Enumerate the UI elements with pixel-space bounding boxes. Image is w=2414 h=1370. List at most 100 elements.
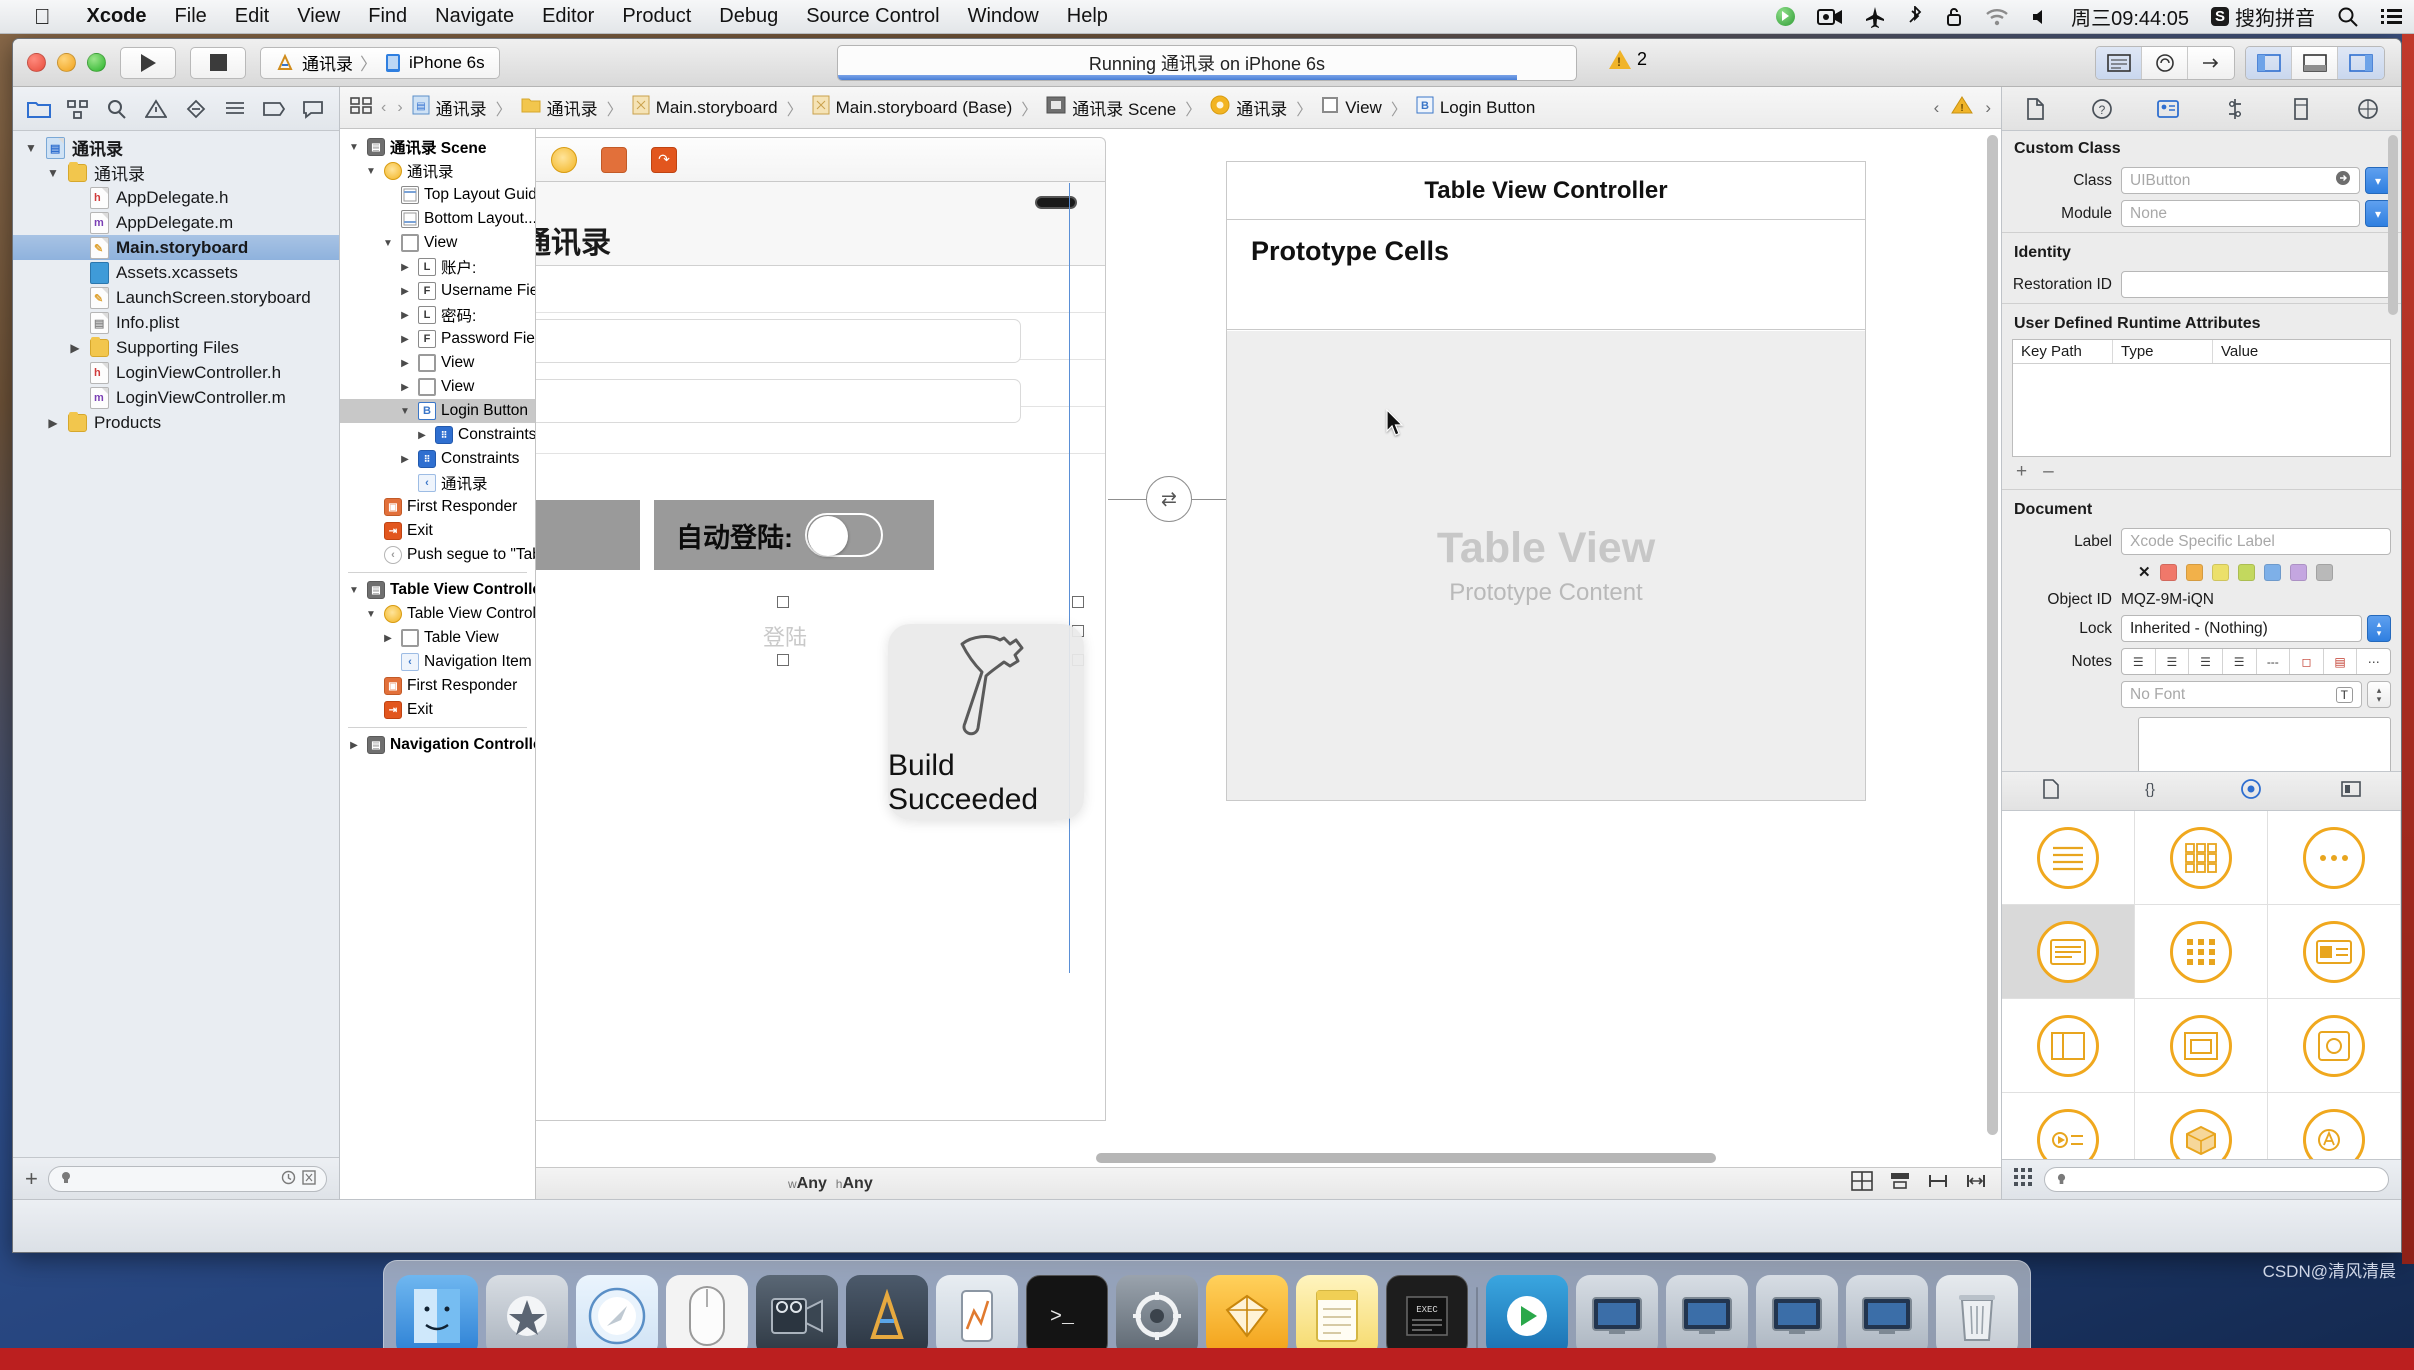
disclosure-triangle[interactable]: ▼ [23,141,39,155]
tab-debug-navigator[interactable] [221,95,249,123]
toggle-debug-area-button[interactable] [2292,46,2338,79]
document-outline[interactable]: ▼ ▤ 通讯录 Scene ▼ 通讯录 Top Layout Guide Bottom La… [340,129,536,1199]
label-color-swatch[interactable] [2159,563,2177,581]
outline-row[interactable]: Bottom Layout... [340,207,535,231]
library-item[interactable] [2268,999,2401,1093]
menu-item-debug[interactable]: Debug [705,5,792,28]
breadcrumb-item[interactable]: Main.storyboard [632,95,778,120]
login-button-title[interactable]: 登陆 [763,620,807,652]
tab-test-navigator[interactable] [182,95,210,123]
trash-icon[interactable] [1936,1275,2018,1357]
notes-format-toolbar[interactable]: ☰ ☰ ☰ ☰ --- ◻ ▤ ⋯ [2121,648,2391,675]
disclosure-triangle[interactable]: ▶ [397,334,413,345]
system-preferences-icon[interactable] [1116,1275,1198,1365]
jumpbar-forward-button[interactable]: › [397,99,402,117]
tab-object-library[interactable] [2240,778,2262,805]
disclosure-triangle[interactable]: ▼ [397,406,413,417]
tab-identity-inspector[interactable] [2154,95,2182,123]
menu-item-product[interactable]: Product [608,5,705,28]
input-method-indicator[interactable]: S 搜狗拼音 [2200,2,2326,31]
disclosure-triangle[interactable]: ▼ [363,166,379,177]
navigator-row[interactable]: ▶ Supporting Files [13,335,339,360]
spotlight-search-icon[interactable] [2326,6,2370,28]
align-icon[interactable] [1889,1171,1911,1196]
disclosure-triangle[interactable]: ▶ [414,430,430,441]
disclosure-triangle[interactable]: ▼ [45,166,61,180]
panel-toggle-segmented[interactable] [2245,45,2385,80]
library-item[interactable] [2002,905,2135,999]
selection-handle-right-top[interactable] [1072,596,1084,608]
outline-row[interactable]: ▼ 通讯录 [340,159,535,183]
navigator-row[interactable]: ✎ LaunchScreen.storyboard [13,285,339,310]
terminal-icon[interactable]: >_ [1026,1275,1108,1364]
breadcrumb-item[interactable]: ▤ 通讯录 [412,95,487,120]
menu-item-help[interactable]: Help [1053,5,1122,28]
library-item[interactable] [2135,811,2268,905]
label-color-swatch[interactable] [2237,563,2255,581]
library-item[interactable] [2002,811,2135,905]
disclosure-triangle[interactable]: ▶ [380,633,396,644]
library-view-toggle-icon[interactable] [2014,1168,2032,1191]
wifi-icon[interactable] [1974,7,2020,27]
add-file-button[interactable]: + [25,1166,38,1192]
outline-row[interactable]: ▼ ▤ 通讯录 Scene [340,135,535,159]
auto-login-row[interactable]: 自动登陆: [654,500,883,570]
exit-icon[interactable]: ↷ [651,146,677,173]
outline-row[interactable]: ▼ ▤ Table View Controller... [340,578,535,602]
video-icon[interactable] [1806,7,1854,27]
disclosure-triangle[interactable]: ▶ [397,358,413,369]
menu-item-xcode[interactable]: Xcode [73,5,161,28]
zoom-window-button[interactable] [87,53,106,72]
project-navigator-tree[interactable]: ▼ ▤ 通讯录 ▼ 通讯录 h AppDelegate.h m AppDelegate.m ✎ Ma… [13,131,339,1157]
warning-icon[interactable]: ! [1951,95,1974,120]
tab-breakpoint-navigator[interactable] [260,95,288,123]
minimize-window-button[interactable] [57,53,76,72]
notes-font-stepper[interactable]: ▴ ▾ [2367,681,2391,708]
outline-row[interactable]: ▼ Table View Controller [340,602,535,626]
navigator-filter-field[interactable] [47,1165,327,1192]
version-editor-button[interactable] [2188,47,2234,79]
notes-text-area[interactable] [2138,717,2391,771]
inspector-scrollbar[interactable] [2388,135,2398,315]
menu-item-file[interactable]: File [161,5,221,28]
navigator-row[interactable]: ▶ Products [13,410,339,435]
outline-row[interactable]: ▶ ▤ Navigation Controller... [340,733,535,757]
first-responder-icon[interactable] [601,146,627,173]
no-color-icon[interactable]: ◻ [2290,649,2324,674]
navigator-row[interactable]: ▤ Info.plist [13,310,339,335]
canvas-vertical-scrollbar[interactable] [1987,135,1998,1149]
module-field[interactable]: None [2121,200,2360,227]
source-control-filter-icon[interactable] [302,1169,316,1188]
label-color-swatch[interactable] [2315,563,2333,581]
left-gray-view[interactable] [536,500,640,570]
outline-row[interactable]: ▶ L 密码: [340,303,535,327]
console-icon[interactable]: EXEC [1386,1275,1468,1364]
text-color-icon[interactable]: ▤ [2324,649,2358,674]
selection-handle-bottom[interactable] [777,654,789,666]
storyboard-canvas[interactable]: ↷ 通讯录 [536,129,2001,1199]
library-item[interactable] [2268,811,2401,905]
stack-icon[interactable] [1851,1171,1873,1196]
lock-field[interactable]: Inherited - (Nothing) [2121,615,2362,642]
canvas-horizontal-scrollbar[interactable] [536,1153,2001,1167]
label-color-swatch[interactable] [2289,563,2307,581]
lock-stepper[interactable]: ▴ ▾ [2367,615,2391,642]
outline-row[interactable]: ▣ First Responder [340,674,535,698]
outline-row[interactable]: ▶ F Password Field [340,327,535,351]
password-field[interactable] [536,379,1021,423]
label-color-swatch[interactable] [2263,563,2281,581]
tab-issue-navigator[interactable] [142,95,170,123]
restoration-id-field[interactable] [2121,271,2391,298]
tab-connections-inspector[interactable] [2354,95,2382,123]
align-left-icon[interactable]: ☰ [2122,649,2156,674]
add-runtime-attribute-button[interactable]: + [2016,461,2027,483]
previous-issue-button[interactable]: ‹ [1934,98,1940,118]
stop-button[interactable] [190,46,246,79]
tab-file-inspector[interactable] [2021,95,2049,123]
resize-handle[interactable] [1035,196,1077,209]
sketch-icon[interactable] [1206,1275,1288,1365]
outline-row[interactable]: ‹ Navigation Item [340,650,535,674]
tab-file-template-library[interactable] [2042,778,2060,804]
tab-size-inspector[interactable] [2287,95,2315,123]
outline-row[interactable]: ▶ ⠿ Constraints [340,447,535,471]
